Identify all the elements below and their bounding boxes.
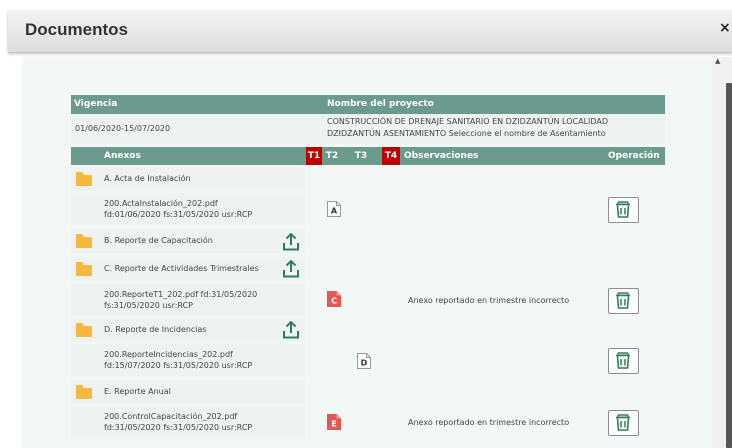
scroll-thumb[interactable] [726,83,732,448]
project-header-row: Vigencia Nombre del proyecto [71,95,665,114]
file-name[interactable]: 200.ReporteIncidencias_202.pdf [104,349,252,360]
section-label-d: D. Reporte de Incidencias [104,325,207,334]
vigencia-value: 01/06/2020-15/07/2020 [75,124,171,133]
annex-header-row: Anexos T1 T2 T3 T4 Observaciones Operaci… [71,147,665,165]
delete-button[interactable] [608,288,639,314]
dialog-header: Documentos × [8,11,732,53]
t2-header: T2 [325,151,339,161]
vigencia-header: Vigencia [74,99,118,109]
nombre-line2: DZIDZANTÚN ASENTAMIENTO Seleccione el no… [327,129,606,138]
folder-icon [76,323,92,337]
observaciones-header: Observaciones [404,151,479,161]
document-icon[interactable]: A [327,201,341,217]
folder-icon [76,262,92,276]
file-info-d[interactable]: 200.ReporteIncidencias_202.pdf fd:15/07/… [104,349,252,371]
anexos-header: Anexos [104,151,141,161]
file-name[interactable]: 200.ActaInstalación_202.pdf [104,198,252,209]
file-dates: fd:31/05/2020 fs:31/05/2020 usr:RCP [104,423,253,432]
observation-text: Anexo reportado en trimestre incorrecto [408,418,570,427]
file-dates: fd:01/06/2020 fs:31/05/2020 usr:RCP [104,210,253,219]
observation-text: Anexo reportado en trimestre incorrecto [408,296,570,305]
folder-icon [76,234,92,248]
scroll-up-icon[interactable]: ▲ [715,57,720,65]
section-label-c: C. Reporte de Actividades Trimestrales [104,264,259,273]
file-info-e[interactable]: 200.ControlCapacitación_202.pdf fd:31/05… [104,411,252,433]
file-dates: fs:31/05/2020 usr:RCP [104,301,193,310]
doc-letter: C [331,297,337,306]
delete-button[interactable] [608,348,639,374]
nombre-line1: CONSTRUCCIÓN DE DRENAJE SANITARIO EN DZI… [327,117,609,126]
close-icon[interactable]: × [719,20,731,36]
file-info-c[interactable]: 200.ReporteT1_202.pdf fd:31/05/2020 fs:3… [104,289,257,311]
upload-icon[interactable] [282,233,300,251]
section-label-b: B. Reporte de Capacitación [104,236,213,245]
trash-icon [616,414,630,431]
upload-icon[interactable] [282,260,300,278]
delete-button[interactable] [608,410,639,436]
doc-letter: A [331,207,338,216]
dialog-title: Documentos [25,20,128,39]
folder-icon [76,172,92,186]
document-icon[interactable]: E [327,414,341,430]
t4-header: T4 [382,147,400,165]
nombre-header: Nombre del proyecto [327,99,434,109]
document-icon[interactable]: D [357,353,371,369]
operacion-header: Operación [608,151,660,161]
file-info-a[interactable]: 200.ActaInstalación_202.pdf fd:01/06/202… [104,198,252,220]
delete-button[interactable] [608,197,639,223]
trash-icon [616,292,630,309]
file-name[interactable]: 200.ReporteT1_202.pdf fd:31/05/2020 [104,289,257,300]
upload-icon[interactable] [282,321,300,339]
trash-icon [616,352,630,369]
doc-letter: D [361,359,368,368]
scrollbar[interactable]: ▲ [712,57,732,448]
section-label-a: A. Acta de Instalación [104,174,191,183]
trash-icon [616,201,630,218]
folder-icon [76,385,92,399]
t3-header: T3 [354,151,368,161]
doc-letter: E [331,420,336,429]
file-name[interactable]: 200.ControlCapacitación_202.pdf [104,411,252,422]
file-dates: fd:15/07/2020 fs:31/05/2020 usr:RCP [104,361,253,370]
document-icon[interactable]: C [327,291,341,307]
section-label-e: E. Reporte Anual [104,387,171,396]
project-info-row: 01/06/2020-15/07/2020 CONSTRUCCIÓN DE DR… [71,114,665,144]
t1-header: T1 [306,147,322,165]
